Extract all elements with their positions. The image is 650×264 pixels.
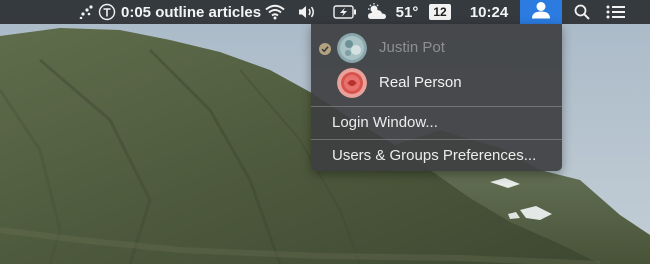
user-switch-menu: Justin Pot Real Person Login Window... U…: [311, 24, 562, 171]
temperature-text: 51°: [395, 3, 419, 21]
volume-icon[interactable]: [295, 0, 319, 24]
scatter-dots-icon[interactable]: [76, 0, 96, 24]
user-name-justin-pot: Justin Pot: [379, 39, 445, 56]
clock-text: 10:24: [469, 3, 509, 21]
notification-center-icon[interactable]: [603, 0, 629, 24]
user-menu-item-justin-pot[interactable]: Justin Pot: [311, 30, 562, 66]
date-badge-text: 12: [429, 4, 451, 20]
wifi-icon[interactable]: [263, 0, 287, 24]
battery-charging-icon[interactable]: [332, 0, 358, 24]
user-menu-item-real-person[interactable]: Real Person: [311, 66, 562, 102]
menu-separator: [311, 139, 562, 140]
weather-temperature[interactable]: 51°: [392, 0, 422, 24]
app-timer-status[interactable]: 0:05 outline articles: [121, 0, 261, 24]
login-window-menu-item[interactable]: Login Window...: [311, 108, 562, 136]
menu-separator: [311, 106, 562, 107]
users-groups-preferences-label: Users & Groups Preferences...: [332, 147, 537, 164]
user-icon: [531, 1, 551, 23]
menubar-clock[interactable]: 10:24: [464, 0, 514, 24]
timing-app-icon[interactable]: [96, 0, 118, 24]
login-window-label: Login Window...: [332, 114, 438, 131]
users-groups-preferences-menu-item[interactable]: Users & Groups Preferences...: [311, 141, 562, 169]
checkmark-icon: [319, 42, 331, 55]
calendar-date-badge[interactable]: 12: [428, 0, 452, 24]
user-name-real-person: Real Person: [379, 74, 462, 91]
fast-user-switch-button[interactable]: [520, 0, 562, 24]
avatar-justin-pot: [337, 33, 367, 63]
spotlight-search-icon[interactable]: [571, 0, 593, 24]
menu-bar: 0:05 outline articles 51° 12 10:24: [0, 0, 650, 24]
app-timer-text: 0:05 outline articles: [121, 3, 262, 21]
avatar-real-person: [337, 68, 367, 98]
partly-cloudy-icon[interactable]: [364, 0, 390, 24]
